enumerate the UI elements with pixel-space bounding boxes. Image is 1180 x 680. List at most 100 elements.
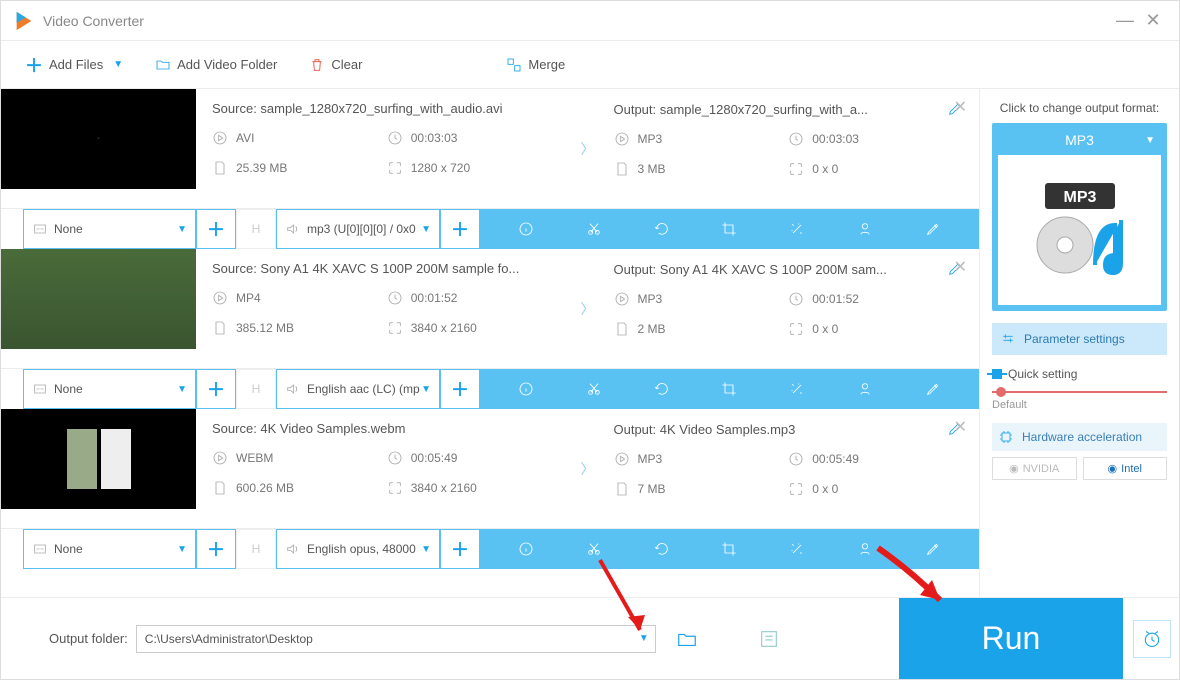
parameter-settings-button[interactable]: Parameter settings bbox=[992, 323, 1167, 355]
audio-value: mp3 (U[0][0][0] / 0x0 bbox=[307, 222, 416, 236]
clock-icon bbox=[387, 290, 403, 306]
output-folder-input[interactable]: C:\Users\Administrator\Desktop ▼ bbox=[136, 625, 656, 653]
output-resolution: 0 x 0 bbox=[812, 482, 838, 496]
cut-button[interactable] bbox=[582, 537, 606, 561]
add-audio-button[interactable]: ＋ bbox=[440, 209, 480, 249]
add-files-button[interactable]: ＋ Add Files ▼ bbox=[25, 52, 123, 78]
watermark-button[interactable] bbox=[853, 217, 877, 241]
subtitle-value: None bbox=[54, 382, 83, 396]
hardware-accel-toggle[interactable]: Hardware acceleration bbox=[992, 423, 1167, 451]
speaker-icon bbox=[285, 381, 301, 397]
crop-button[interactable] bbox=[717, 377, 741, 401]
audio-select[interactable]: English opus, 48000▼ bbox=[276, 529, 440, 569]
rotate-button[interactable] bbox=[650, 537, 674, 561]
add-files-label: Add Files bbox=[49, 57, 103, 72]
thumbnail[interactable] bbox=[1, 409, 196, 509]
subtitle-select[interactable]: None▼ bbox=[23, 369, 196, 409]
output-duration: 00:05:49 bbox=[812, 452, 859, 466]
merge-button[interactable]: Merge bbox=[506, 57, 565, 73]
hd-toggle-button[interactable]: H bbox=[236, 209, 276, 249]
chevron-down-icon: ▼ bbox=[421, 224, 431, 235]
remove-item-button[interactable]: ✕ bbox=[954, 257, 967, 277]
source-resolution: 3840 x 2160 bbox=[411, 481, 477, 495]
clock-icon bbox=[788, 451, 804, 467]
output-format-selector[interactable]: MP3▼ MP3 bbox=[992, 123, 1167, 311]
chevron-down-icon: ▼ bbox=[177, 224, 187, 235]
effects-button[interactable] bbox=[785, 537, 809, 561]
parameter-settings-label: Parameter settings bbox=[1024, 332, 1125, 346]
output-size: 2 MB bbox=[638, 322, 666, 336]
folder-icon bbox=[155, 57, 171, 73]
quality-slider[interactable]: Default bbox=[992, 391, 1167, 411]
chevron-right-icon: 〉 bbox=[581, 139, 595, 159]
rotate-button[interactable] bbox=[650, 217, 674, 241]
info-button[interactable] bbox=[514, 377, 538, 401]
watermark-button[interactable] bbox=[853, 377, 877, 401]
subtitle-select[interactable]: None▼ bbox=[23, 529, 196, 569]
minimize-button[interactable]: — bbox=[1111, 7, 1139, 35]
subtitle-icon bbox=[32, 381, 48, 397]
file-list: ▪ Source: sample_1280x720_surfing_with_a… bbox=[1, 89, 979, 597]
output-resolution: 0 x 0 bbox=[812, 322, 838, 336]
remove-item-button[interactable]: ✕ bbox=[954, 97, 967, 117]
quick-setting-label: Quick setting bbox=[1008, 367, 1077, 381]
add-folder-button[interactable]: Add Video Folder bbox=[155, 57, 277, 73]
hd-toggle-button[interactable]: H bbox=[236, 369, 276, 409]
output-folder-value: C:\Users\Administrator\Desktop bbox=[145, 632, 313, 646]
subtitle-button[interactable] bbox=[921, 217, 945, 241]
audio-select[interactable]: mp3 (U[0][0][0] / 0x0 ▼ bbox=[276, 209, 440, 249]
subtitle-icon bbox=[32, 221, 48, 237]
source-duration: 00:05:49 bbox=[411, 451, 458, 465]
add-subtitle-button[interactable]: ＋ bbox=[196, 369, 236, 409]
resolution-icon bbox=[387, 320, 403, 336]
speaker-icon bbox=[285, 221, 301, 237]
subtitle-button[interactable] bbox=[921, 377, 945, 401]
thumbnail[interactable] bbox=[1, 249, 196, 349]
clear-label: Clear bbox=[331, 57, 362, 72]
audio-value: English opus, 48000 bbox=[307, 542, 416, 556]
thumbnail[interactable]: ▪ bbox=[1, 89, 196, 189]
output-format: MP3 bbox=[638, 452, 663, 466]
chevron-right-icon: 〉 bbox=[581, 459, 595, 479]
resolution-icon bbox=[788, 321, 804, 337]
app-title: Video Converter bbox=[43, 13, 144, 29]
svg-text:MP3: MP3 bbox=[1063, 189, 1096, 206]
crop-button[interactable] bbox=[717, 217, 741, 241]
resolution-icon bbox=[387, 480, 403, 496]
info-button[interactable] bbox=[514, 537, 538, 561]
chevron-down-icon: ▼ bbox=[1145, 135, 1155, 146]
source-filename: Source: sample_1280x720_surfing_with_aud… bbox=[212, 101, 562, 116]
cut-button[interactable] bbox=[582, 377, 606, 401]
watermark-button[interactable] bbox=[853, 537, 877, 561]
output-format-title: Click to change output format: bbox=[992, 101, 1167, 115]
add-audio-button[interactable]: ＋ bbox=[440, 529, 480, 569]
add-subtitle-button[interactable]: ＋ bbox=[196, 529, 236, 569]
source-filename: Source: Sony A1 4K XAVC S 100P 200M samp… bbox=[212, 261, 562, 276]
effects-button[interactable] bbox=[785, 217, 809, 241]
hd-toggle-button[interactable]: H bbox=[236, 529, 276, 569]
remove-item-button[interactable]: ✕ bbox=[954, 417, 967, 437]
rotate-button[interactable] bbox=[650, 377, 674, 401]
effects-button[interactable] bbox=[785, 377, 809, 401]
output-folder-label: Output folder: bbox=[49, 631, 128, 646]
subtitle-button[interactable] bbox=[921, 537, 945, 561]
chevron-down-icon[interactable]: ▼ bbox=[639, 633, 649, 644]
chevron-down-icon[interactable]: ▼ bbox=[113, 59, 123, 70]
clock-icon bbox=[788, 131, 804, 147]
source-format: WEBM bbox=[236, 451, 273, 465]
list-button[interactable] bbox=[758, 628, 780, 650]
cut-button[interactable] bbox=[582, 217, 606, 241]
subtitle-select[interactable]: None▼ bbox=[23, 209, 196, 249]
open-folder-button[interactable] bbox=[676, 628, 698, 650]
info-button[interactable] bbox=[514, 217, 538, 241]
run-button[interactable]: Run bbox=[899, 598, 1123, 679]
clear-button[interactable]: Clear bbox=[309, 57, 362, 73]
intel-chip[interactable]: ◉Intel bbox=[1083, 457, 1168, 480]
audio-select[interactable]: English aac (LC) (mp▼ bbox=[276, 369, 440, 409]
add-subtitle-button[interactable]: ＋ bbox=[196, 209, 236, 249]
schedule-button[interactable] bbox=[1133, 620, 1171, 658]
nvidia-chip[interactable]: ◉NVIDIA bbox=[992, 457, 1077, 480]
add-audio-button[interactable]: ＋ bbox=[440, 369, 480, 409]
close-button[interactable]: ✕ bbox=[1139, 7, 1167, 35]
crop-button[interactable] bbox=[717, 537, 741, 561]
